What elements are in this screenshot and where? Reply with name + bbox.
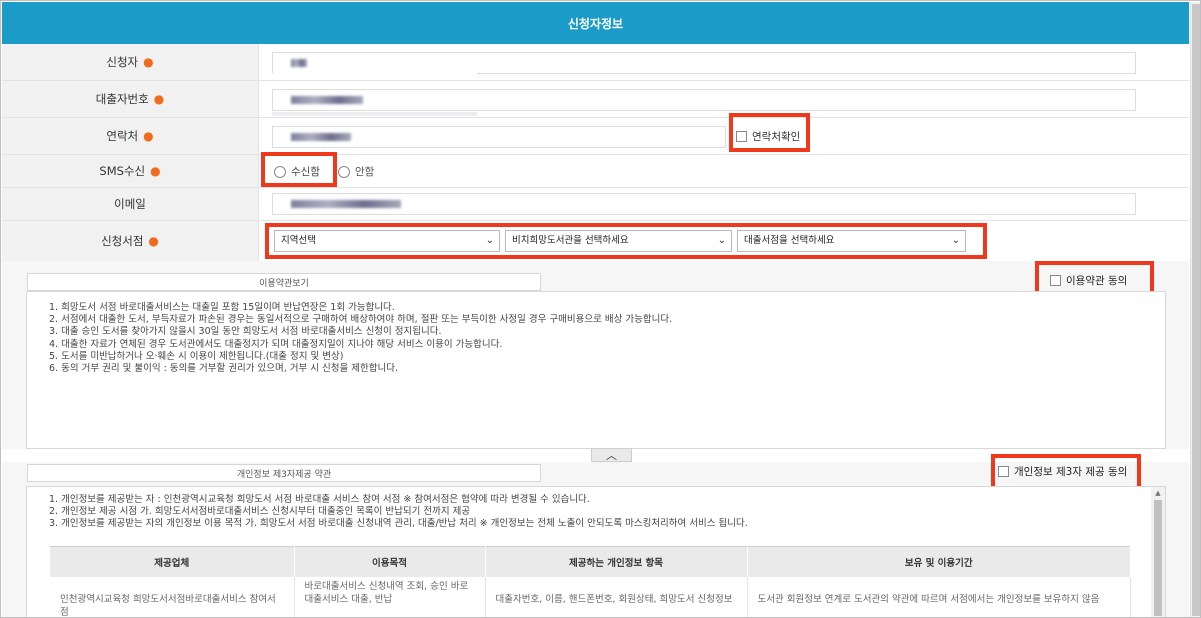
application-window: 신청자정보 신청자 ● 대출자번호 ● 연락처 ● 연락처확인 SMS수신 ● …: [0, 0, 1201, 618]
chevron-up-icon: ︿: [606, 449, 617, 462]
store-row: 신청서점 ● 지역선택 ⌄ 비치희망도서관을 선택하세요 ⌄ 대출서점을 선택하세요 ⌄: [2, 221, 1189, 261]
sms-row: SMS수신 ● 수신함 안함: [2, 152, 1189, 188]
table-cell: 도서관 회원정보 연계로 도서관의 약관에 따르며 서점에서는 개인정보를 보유…: [747, 576, 1131, 617]
sms-field-area: 수신함 안함: [260, 152, 1189, 187]
email-field-area: [260, 188, 1189, 220]
privacy-line: 3. 개인정보를 제공받는 자의 개인정보 이용 목적 가. 희망도서 서점 바…: [49, 518, 748, 530]
checkbox-box[interactable]: [736, 131, 747, 142]
terms-content-box[interactable]: 1. 희망도서 서점 바로대출서비스는 대출일 포함 15일이며 반납연장은 1…: [26, 291, 1166, 449]
terms-line: 6. 동의 거부 권리 및 불이익 : 동의를 거부할 권리가 있으며, 거부 …: [49, 363, 399, 375]
sms-label: SMS수신 ●: [2, 155, 259, 187]
privacy-provision-table: 제공업체 이용목적 제공하는 개인정보 항목 보유 및 이용기간 인천광역시교육…: [50, 546, 1131, 617]
terms-tab[interactable]: 이용약관보기: [27, 273, 541, 291]
radio-button[interactable]: [274, 165, 286, 178]
checkbox-box[interactable]: [1050, 275, 1061, 286]
contact-phone-input[interactable]: [272, 126, 726, 148]
applicant-label: 신청자 ●: [2, 44, 259, 80]
table-header: 제공업체: [50, 546, 295, 577]
scroll-up-icon[interactable]: ▲: [1151, 487, 1165, 499]
privacy-line: 1. 개인정보를 제공받는 자 : 인천광역시교육청 희망도서 서점 바로대출 …: [49, 494, 590, 505]
radio-button[interactable]: [338, 165, 350, 178]
chevron-down-icon: ⌄: [485, 235, 494, 246]
terms-line: 2. 서점에서 대출한 도서, 부득자료가 파손된 경우는 동일서적으로 구매하…: [49, 314, 673, 326]
table-header: 보유 및 이용기간: [747, 546, 1131, 577]
privacy-tab[interactable]: 개인정보 제3자제공 약관: [27, 464, 541, 482]
table-row: 인천광역시교육청 희망도서서점바로대출서비스 참여서점 바로대출서비스 신청내역…: [50, 576, 1131, 617]
required-dot: ●: [150, 164, 161, 178]
applicant-name-input[interactable]: [272, 52, 1136, 74]
bookstore-select[interactable]: 대출서점을 선택하세요 ⌄: [737, 230, 966, 252]
sms-decline-radio[interactable]: 안함: [338, 164, 374, 179]
required-dot: ●: [143, 129, 154, 143]
window-scrollbar-thumb[interactable]: [1192, 4, 1200, 616]
terms-line: 4. 대출한 자료가 연체된 경우 도서관에서도 대출정지가 되며 대출정지일이…: [49, 338, 503, 350]
masked-value: [291, 133, 351, 141]
table-header: 이용목적: [294, 546, 486, 577]
applicant-field-area: [260, 44, 1189, 80]
table-cell: 바로대출서비스 신청내역 조회, 승인 바로대출서비스 대출, 반납: [294, 576, 486, 617]
scrollbar-thumb[interactable]: [1154, 500, 1162, 616]
terms-line: 3. 대출 승인 도서를 찾아가지 않을시 30일 동안 희망도서 서점 바로대…: [49, 326, 442, 338]
store-label: 신청서점 ●: [2, 221, 259, 261]
card-number-field-area: [260, 81, 1189, 117]
required-dot: ●: [153, 92, 165, 106]
terms-line: 5. 도서를 미반납하거나 오·훼손 시 이용이 제한됩니다.(대출 정지 및 …: [49, 350, 344, 362]
collapse-button[interactable]: ︿: [591, 448, 632, 462]
chevron-down-icon: ⌄: [717, 235, 726, 246]
privacy-line: 2. 개인정보 제공 시점 가. 희망도서서점바로대출서비스 신청시부터 대출중…: [49, 506, 471, 518]
page-title: 신청자정보: [2, 2, 1189, 44]
table-header: 제공하는 개인정보 항목: [485, 546, 748, 577]
terms-line: 1. 희망도서 서점 바로대출서비스는 대출일 포함 15일이며 반납연장은 1…: [49, 302, 395, 313]
email-label: 이메일: [2, 188, 259, 220]
contact-label: 연락처 ●: [2, 118, 259, 154]
terms-text: 1. 희망도서 서점 바로대출서비스는 대출일 포함 15일이며 반납연장은 1…: [49, 302, 672, 375]
library-select[interactable]: 비치희망도서관을 선택하세요 ⌄: [505, 230, 732, 252]
table-cell: 인천광역시교육청 희망도서서점바로대출서비스 참여서점: [50, 576, 295, 617]
privacy-agree-checkbox[interactable]: 개인정보 제3자 제공 동의: [998, 464, 1127, 479]
chevron-down-icon: ⌄: [951, 235, 960, 246]
email-row: 이메일: [2, 188, 1189, 221]
contact-confirm-checkbox[interactable]: 연락처확인: [736, 129, 800, 144]
region-select[interactable]: 지역선택 ⌄: [274, 230, 500, 252]
sms-receive-radio[interactable]: 수신함: [274, 164, 320, 179]
contact-field-area: 연락처확인: [260, 113, 1189, 154]
card-number-label: 대출자번호 ●: [2, 81, 259, 117]
required-dot: ●: [143, 55, 154, 69]
window-scrollbar[interactable]: [1190, 2, 1200, 617]
masked-value: [291, 200, 401, 208]
table-header-row: 제공업체 이용목적 제공하는 개인정보 항목 보유 및 이용기간: [50, 546, 1131, 577]
masked-value: [291, 59, 307, 67]
card-number-input[interactable]: [272, 89, 1136, 111]
checkbox-box[interactable]: [998, 466, 1009, 477]
store-field-area: 지역선택 ⌄ 비치희망도서관을 선택하세요 ⌄ 대출서점을 선택하세요 ⌄: [260, 221, 1189, 261]
terms-agree-checkbox[interactable]: 이용약관 동의: [1050, 273, 1127, 288]
privacy-text: 1. 개인정보를 제공받는 자 : 인천광역시교육청 희망도서 서점 바로대출 …: [49, 494, 748, 531]
table-cell: 대출자번호, 이름, 핸드폰번호, 회원상태, 희망도서 신청정보: [485, 576, 748, 617]
required-dot: ●: [148, 234, 159, 248]
page-title-text: 신청자정보: [567, 16, 624, 31]
privacy-scrollbar[interactable]: ▲: [1151, 487, 1165, 617]
masked-value: [291, 96, 363, 104]
contact-row: 연락처 ● 연락처확인: [2, 113, 1189, 155]
email-input[interactable]: [272, 193, 1136, 215]
applicant-row: 신청자 ●: [2, 44, 1189, 81]
card-number-row: 대출자번호 ●: [2, 81, 1189, 118]
